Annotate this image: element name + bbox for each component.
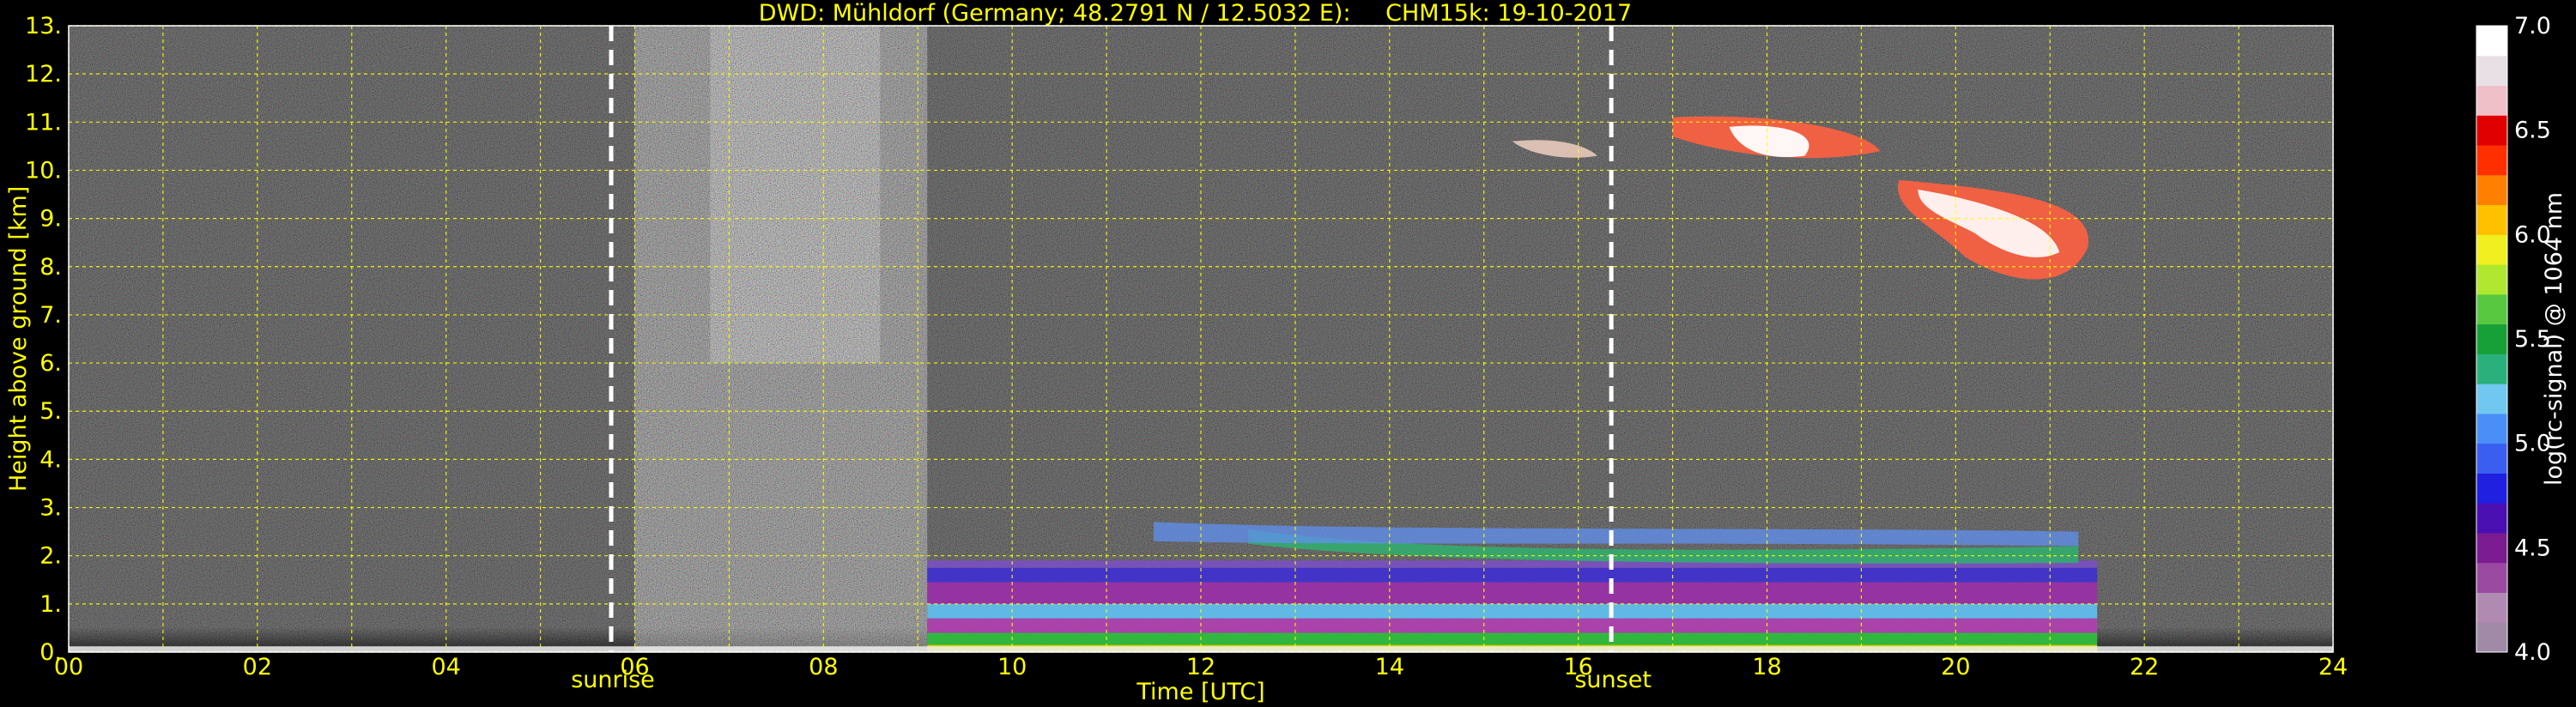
x-tick-label: 20	[1941, 654, 1970, 680]
colorbar-segment	[2476, 532, 2507, 564]
colorbar-segment	[2476, 354, 2507, 384]
y-tick-label: 4.	[39, 446, 62, 473]
colorbar-title: log(rc-signal) @ 1064 nm	[2541, 191, 2567, 486]
colorbar-segment	[2476, 26, 2507, 57]
boundary-layer-band	[927, 632, 2098, 645]
colorbar-segment	[2476, 55, 2507, 87]
boundary-layer-band	[927, 567, 2098, 583]
x-tick-label: 06	[620, 654, 649, 680]
colorbar-segment	[2476, 145, 2507, 176]
x-tick-label: 22	[2130, 654, 2159, 680]
y-tick-label: 7.	[39, 302, 62, 329]
colorbar-segment	[2476, 503, 2507, 534]
colorbar-segment	[2476, 85, 2507, 116]
y-tick-label: 6.	[39, 350, 62, 377]
x-tick-label: 18	[1752, 654, 1781, 680]
colorbar-segment	[2476, 384, 2507, 414]
x-tick-label: 08	[809, 654, 838, 680]
colorbar-segment	[2476, 174, 2507, 206]
colorbar-segment	[2476, 592, 2507, 623]
y-tick-label: 13.	[25, 13, 62, 39]
y-tick-label: 2.	[39, 543, 62, 570]
boundary-layer-band	[927, 618, 2098, 633]
colorbar-segment	[2476, 293, 2507, 325]
colorbar-segment	[2476, 473, 2507, 504]
x-tick-label: 04	[431, 654, 460, 680]
y-axis-title: Height above ground [km]	[5, 185, 32, 492]
colorbar-segment	[2476, 234, 2507, 265]
y-tick-label: 12.	[25, 61, 62, 88]
colorbar-segment	[2476, 443, 2507, 474]
y-tick-label: 0.	[39, 639, 62, 666]
boundary-layer-band	[927, 603, 2098, 619]
colorbar-tick-label: 4.0	[2514, 639, 2551, 666]
chart-svg: sunrise sunset 00 02 04 06 08 10 12 14 16 18 20 22 24…	[25, 13, 2551, 705]
y-tick-label: 8.	[39, 254, 62, 281]
x-tick-label: 24	[2318, 654, 2348, 680]
y-tick-label: 9.	[39, 206, 62, 233]
x-tick-label: 14	[1375, 654, 1404, 680]
x-tick-label: 16	[1563, 654, 1592, 680]
x-axis-title: Time [UTC]	[1136, 679, 1264, 705]
colorbar-segment	[2476, 264, 2507, 295]
x-tick-label: 12	[1186, 654, 1215, 680]
colorbar-segment	[2476, 115, 2507, 146]
boundary-layer-band	[927, 582, 2098, 604]
y-tick-label: 10.	[25, 157, 62, 184]
colorbar-tick-label: 6.5	[2514, 118, 2551, 144]
colorbar-segment	[2476, 622, 2507, 653]
y-tick-label: 3.	[39, 495, 62, 522]
x-tick-label: 02	[243, 654, 272, 680]
y-tick-label: 5.	[39, 398, 62, 425]
colorbar-segment	[2476, 413, 2507, 444]
x-tick-label: 10	[997, 654, 1027, 680]
colorbar-segment	[2476, 562, 2507, 593]
ceilometer-figure: DWD: Mühldorf (Germany; 48.2791 N / 12.5…	[0, 0, 2576, 707]
colorbar-segment	[2476, 204, 2507, 235]
y-tick-label: 11.	[25, 109, 62, 136]
colorbar-tick-label: 4.5	[2514, 535, 2551, 561]
y-tick-label: 1.	[39, 591, 62, 618]
solar-background-core	[710, 26, 881, 364]
colorbar-tick-label: 7.0	[2514, 13, 2551, 39]
colorbar-segment	[2476, 323, 2507, 354]
